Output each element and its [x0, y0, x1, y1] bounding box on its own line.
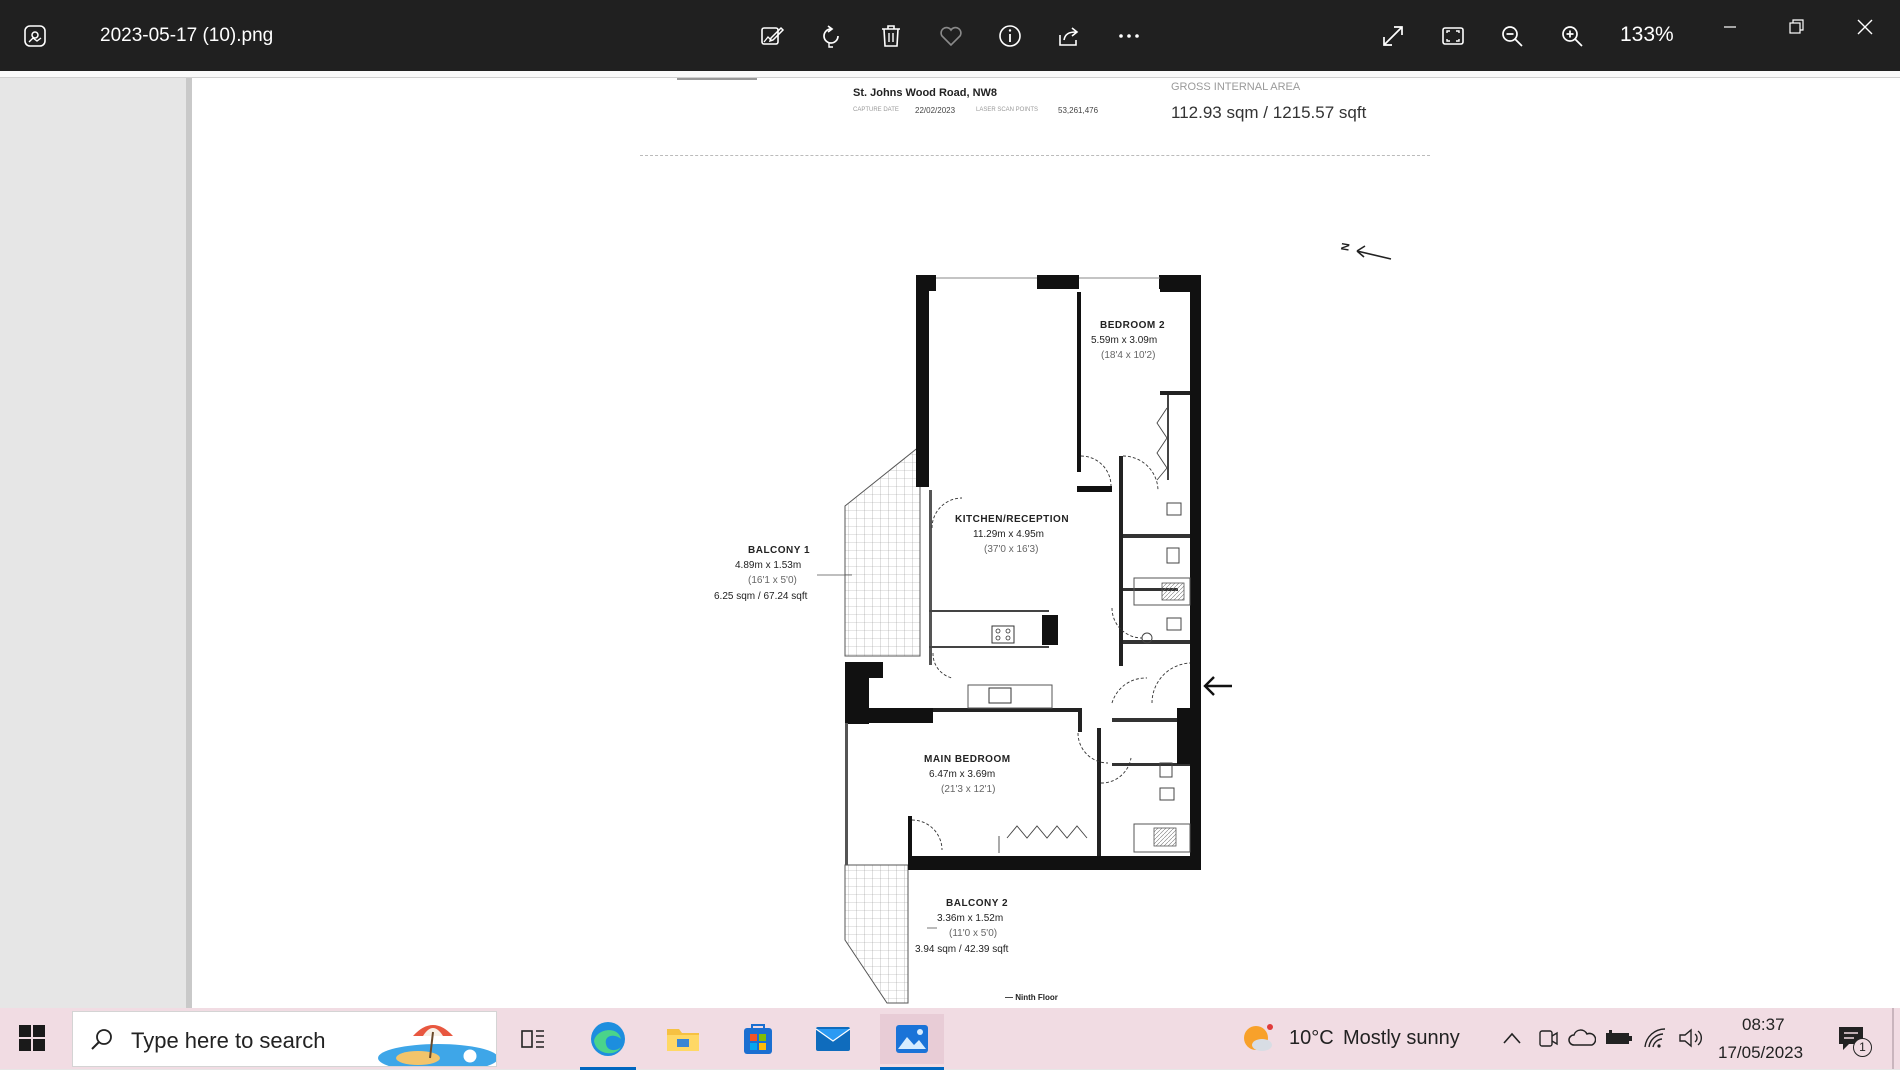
search-box[interactable]: Type here to search — [72, 1011, 497, 1067]
bedroom2-name: BEDROOM 2 — [1100, 320, 1166, 331]
notification-count-badge: 1 — [1853, 1038, 1872, 1057]
image-left-margin — [0, 78, 186, 1008]
edge-icon[interactable] — [580, 1014, 636, 1070]
weather-temperature[interactable]: 10°C — [1289, 1027, 1334, 1050]
task-view-icon[interactable] — [505, 1014, 561, 1064]
battery-icon[interactable] — [1604, 1024, 1634, 1052]
kitchen-imperial: (37'0 x 16'3) — [984, 544, 1039, 555]
balcony1-metric: 4.89m x 1.53m — [735, 560, 802, 571]
meet-now-icon[interactable] — [1536, 1024, 1560, 1052]
close-icon[interactable] — [1845, 12, 1885, 42]
more-icon[interactable] — [1111, 18, 1147, 54]
delete-icon[interactable] — [873, 18, 909, 54]
windows-start-icon[interactable] — [18, 1024, 46, 1057]
floor-label: — Ninth Floor — [1005, 993, 1058, 1002]
fullscreen-icon[interactable] — [1375, 18, 1411, 54]
mail-icon[interactable] — [805, 1014, 861, 1064]
search-icon — [91, 1029, 112, 1050]
photos-icon[interactable] — [880, 1014, 944, 1070]
clock-date[interactable]: 17/05/2023 — [1718, 1043, 1803, 1063]
taskbar: Type here to search 10°C Mostly sunny 08… — [0, 1008, 1900, 1070]
edit-image-icon[interactable] — [754, 18, 790, 54]
chevron-up-icon[interactable] — [1500, 1024, 1524, 1052]
bedroom2-metric: 5.59m x 3.09m — [1091, 335, 1158, 346]
image-top-strip — [0, 71, 1900, 78]
weather-description[interactable]: Mostly sunny — [1343, 1027, 1460, 1050]
show-desktop-button[interactable] — [1892, 1008, 1894, 1069]
bedroom2-imperial: (18'4 x 10'2) — [1101, 350, 1156, 361]
main-bedroom-imperial: (21'3 x 12'1) — [941, 784, 996, 795]
clock-time[interactable]: 08:37 — [1742, 1015, 1785, 1035]
zoom-out-icon[interactable] — [1494, 18, 1530, 54]
fit-window-icon[interactable] — [1435, 18, 1471, 54]
title-bar: 2023-05-17 (10).png 133% — [0, 0, 1900, 71]
microsoft-store-icon[interactable] — [730, 1014, 786, 1064]
photos-app-icon — [17, 18, 53, 54]
rotate-icon[interactable] — [813, 18, 849, 54]
beach-search-highlight-icon — [378, 1025, 496, 1066]
floor-plan-image: St. Johns Wood Road, NW8 CAPTURE DATE 22… — [192, 78, 1900, 1008]
zoom-in-icon[interactable] — [1554, 18, 1590, 54]
image-viewport[interactable]: St. Johns Wood Road, NW8 CAPTURE DATE 22… — [0, 71, 1900, 1008]
minimize-icon[interactable] — [1710, 12, 1750, 42]
balcony2-area: 3.94 sqm / 42.39 sqft — [915, 944, 1009, 955]
weather-icon[interactable] — [1240, 1021, 1276, 1055]
main-bedroom-metric: 6.47m x 3.69m — [929, 769, 996, 780]
main-bedroom-name: MAIN BEDROOM — [924, 754, 1011, 765]
kitchen-name: KITCHEN/RECEPTION — [955, 514, 1070, 525]
balcony2-metric: 3.36m x 1.52m — [937, 913, 1004, 924]
balcony2-imperial: (11'0 x 5'0) — [949, 928, 998, 939]
volume-icon[interactable] — [1677, 1024, 1705, 1052]
floor-plan-drawing — [817, 275, 1232, 1004]
file-explorer-icon[interactable] — [655, 1014, 711, 1064]
notification-center-icon[interactable]: 1 — [1837, 1024, 1872, 1059]
info-icon[interactable] — [992, 18, 1028, 54]
balcony1-imperial: (16'1 x 5'0) — [748, 575, 797, 586]
balcony1-area: 6.25 sqm / 67.24 sqft — [714, 591, 808, 602]
kitchen-metric: 11.29m x 4.95m — [973, 529, 1044, 540]
balcony2-name: BALCONY 2 — [946, 898, 1009, 909]
wifi-icon[interactable] — [1642, 1024, 1670, 1052]
onedrive-icon[interactable] — [1568, 1024, 1596, 1052]
restore-icon[interactable] — [1776, 12, 1816, 42]
balcony1-name: BALCONY 1 — [748, 545, 811, 556]
zoom-level[interactable]: 133% — [1620, 23, 1674, 47]
search-placeholder: Type here to search — [131, 1028, 326, 1053]
share-icon[interactable] — [1051, 18, 1087, 54]
file-name: 2023-05-17 (10).png — [100, 25, 274, 46]
favorite-icon[interactable] — [933, 18, 969, 54]
